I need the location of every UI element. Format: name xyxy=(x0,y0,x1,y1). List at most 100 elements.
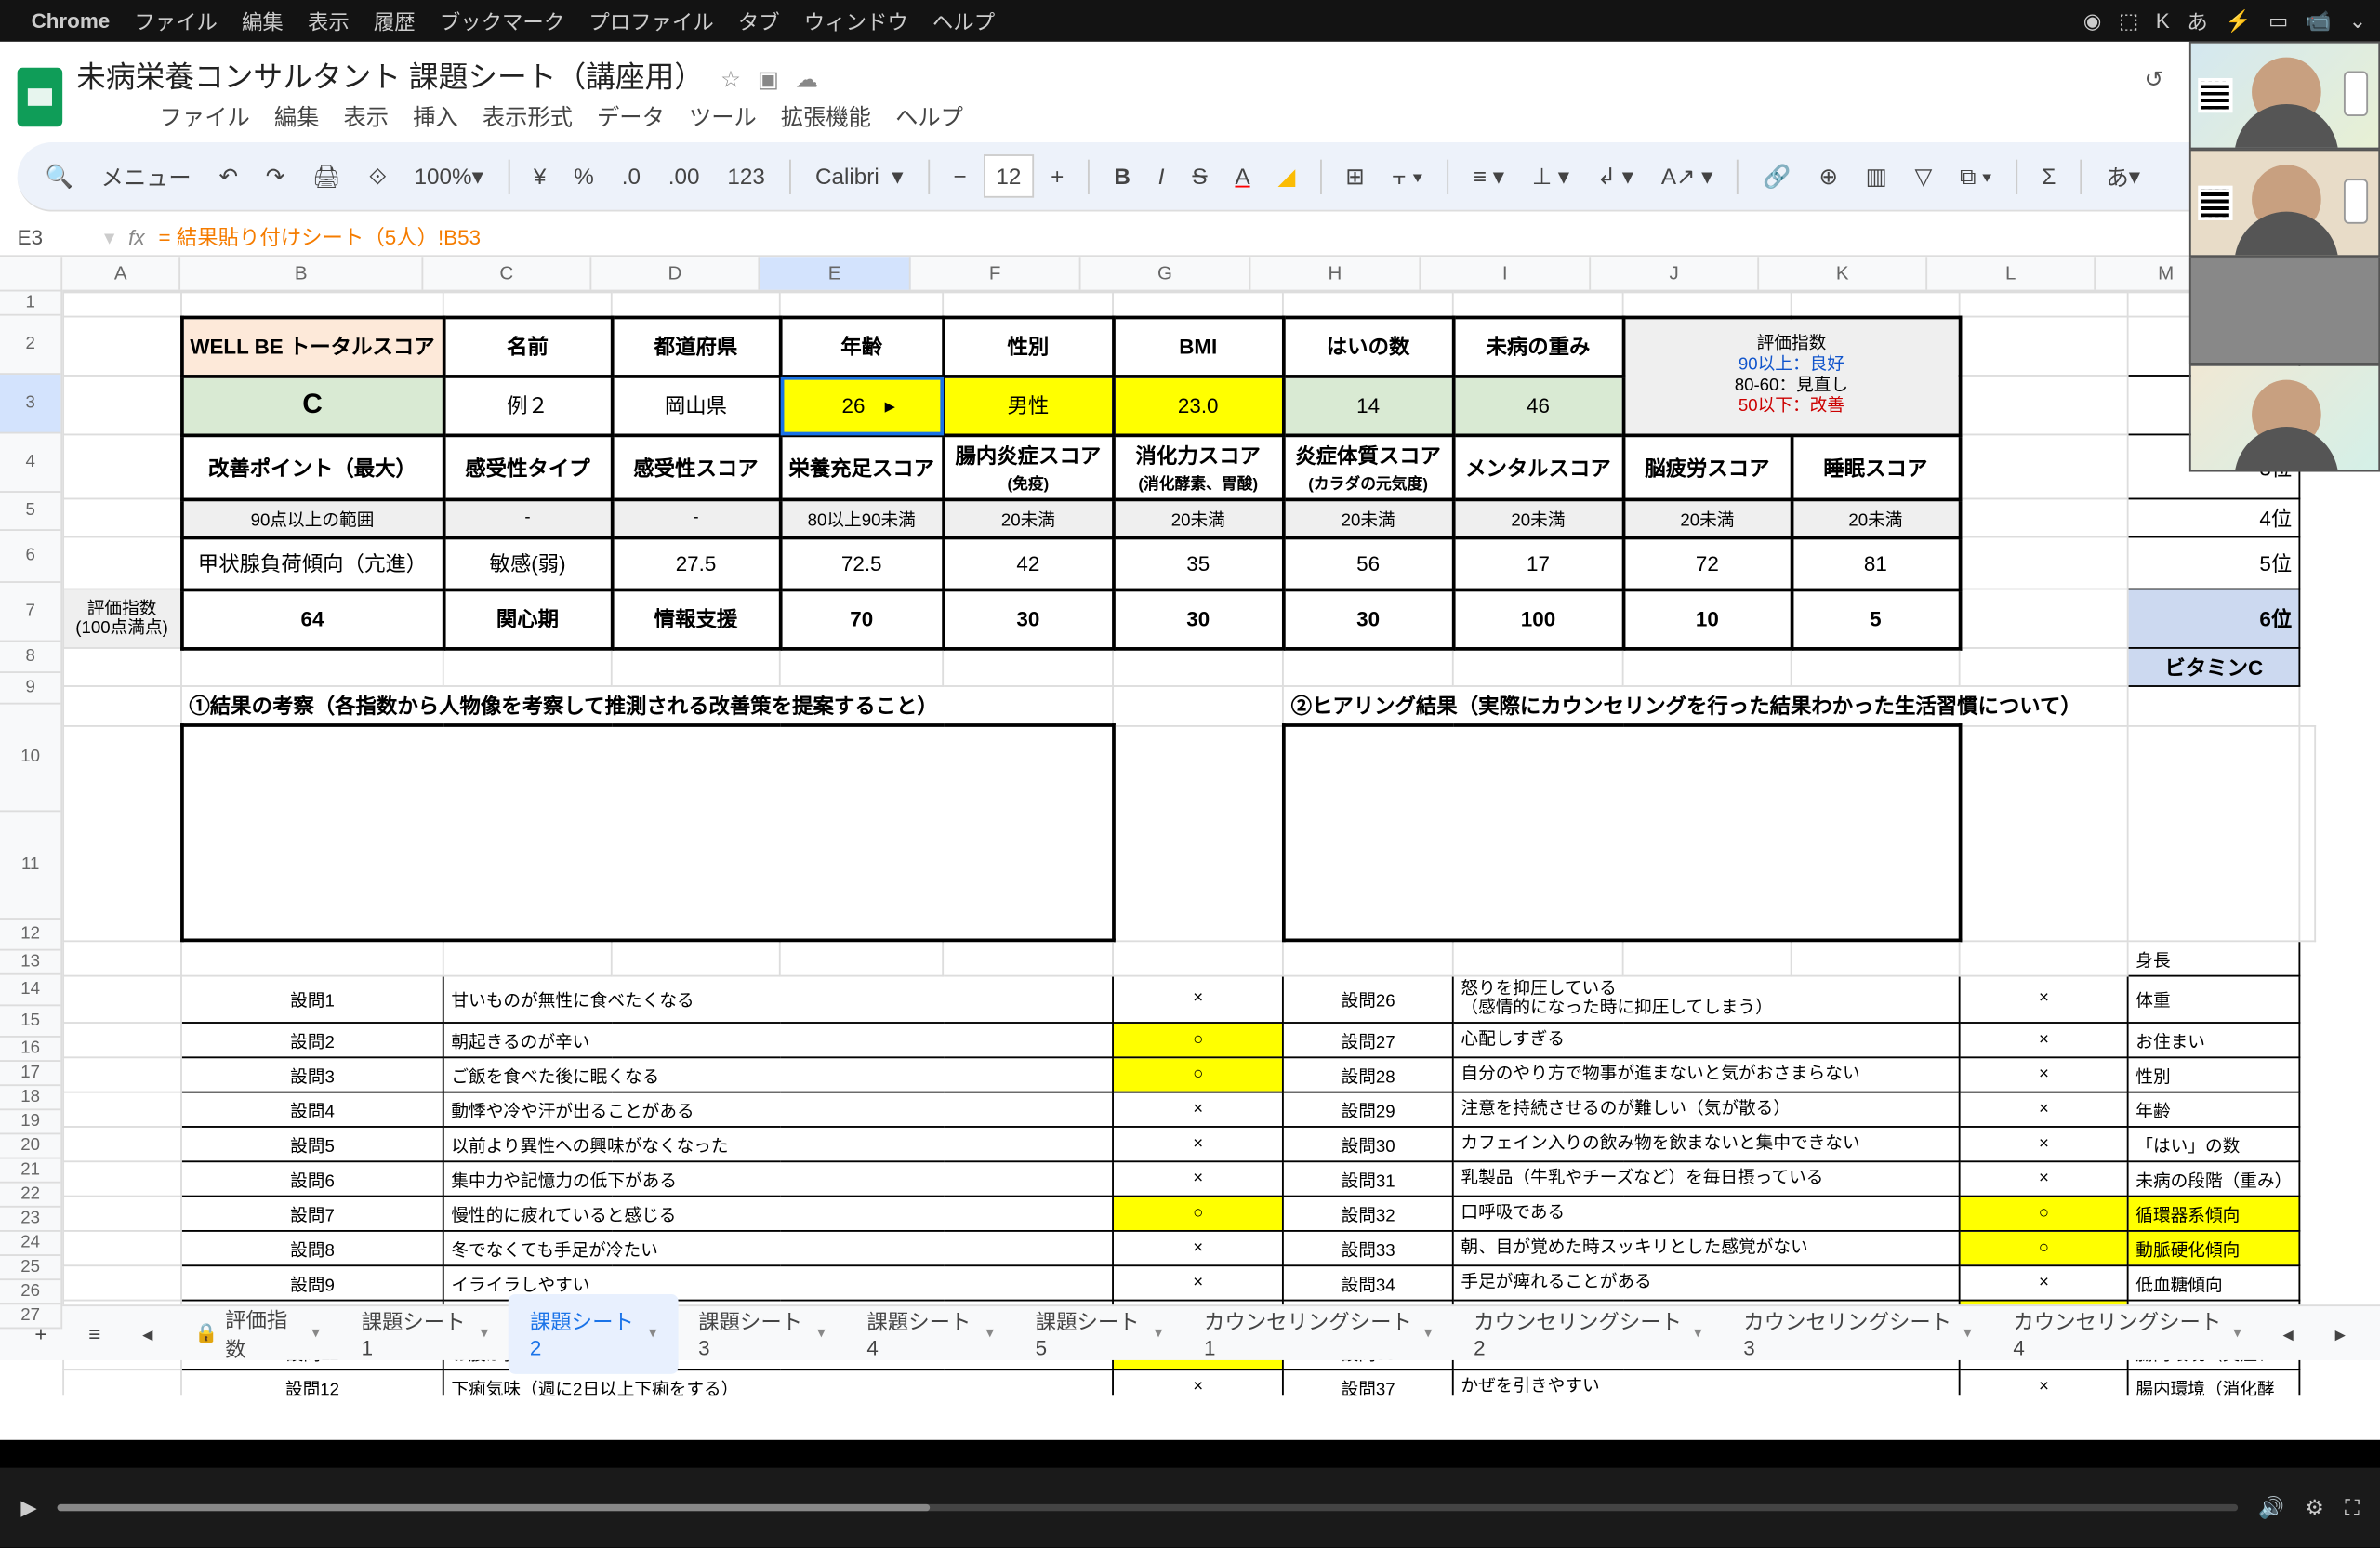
font-inc[interactable]: + xyxy=(1040,156,1075,196)
undo-icon[interactable]: ↶ xyxy=(208,155,248,197)
video-participant-1[interactable] xyxy=(2189,42,2380,150)
zoom-select[interactable]: 100% ▾ xyxy=(403,155,494,197)
wrap-icon[interactable]: ↲ ▾ xyxy=(1587,155,1645,197)
comment-add-icon[interactable]: ⊕ xyxy=(1808,155,1848,197)
filter-icon[interactable]: ▽ xyxy=(1904,155,1942,197)
menu-help[interactable]: ヘルプ xyxy=(932,7,995,36)
strike-icon[interactable]: S xyxy=(1182,156,1218,196)
menu-window[interactable]: ウィンドウ xyxy=(804,7,908,36)
status-icon[interactable]: ▭ xyxy=(2268,8,2288,33)
borders-icon[interactable]: ⊞ xyxy=(1335,155,1375,197)
formula-input[interactable]: = 結果貼り付けシート（5人）!B53 xyxy=(159,222,482,252)
sheet-tab[interactable]: カウンセリングシート2 ▾ xyxy=(1453,1293,1723,1373)
fullscreen-icon[interactable]: ⛶ xyxy=(2345,1495,2360,1521)
select-all-corner[interactable] xyxy=(0,257,62,291)
sheets-menu-extensions[interactable]: 拡張機能 xyxy=(781,99,871,131)
play-icon[interactable]: ▶ xyxy=(20,1495,36,1519)
cloud-icon[interactable]: ☁ xyxy=(796,66,818,92)
sheets-menu-format[interactable]: 表示形式 xyxy=(483,99,573,131)
dec-increase[interactable]: .00 xyxy=(658,156,710,196)
font-select[interactable]: Calibri ▾ xyxy=(805,155,914,197)
sheets-menu-view[interactable]: 表示 xyxy=(344,99,390,131)
percent[interactable]: % xyxy=(563,156,604,196)
sheets-app-icon[interactable] xyxy=(18,68,63,126)
search-icon[interactable]: 🔍 xyxy=(34,155,84,197)
status-icon[interactable]: ◉ xyxy=(2083,8,2102,33)
status-icon[interactable]: あ xyxy=(2187,7,2207,36)
video-call-panel xyxy=(2189,42,2380,472)
fill-color-icon[interactable]: ◢ xyxy=(1267,155,1305,197)
sheet-tab[interactable]: 課題シート4 ▾ xyxy=(846,1293,1014,1373)
menu-profile[interactable]: プロファイル xyxy=(588,7,713,36)
sheets-menu-data[interactable]: データ xyxy=(597,99,665,131)
sheet-tab[interactable]: カウンセリングシート3 ▾ xyxy=(1723,1293,1992,1373)
paint-icon[interactable]: ⟐ xyxy=(358,155,397,197)
document-title[interactable]: 未病栄養コンサルタント 課題シート（講座用） xyxy=(76,60,704,93)
toolbar: 🔍 メニュー ↶ ↷ 🖨 ⟐ 100% ▾ ¥ % .0 .00 123 Cal… xyxy=(18,142,2363,212)
bold-icon[interactable]: B xyxy=(1104,156,1141,196)
folder-icon[interactable]: ▣ xyxy=(758,66,779,92)
menu-bookmarks[interactable]: ブックマーク xyxy=(440,7,564,36)
status-icon[interactable]: ⚡ xyxy=(2225,8,2251,33)
menu-view[interactable]: 表示 xyxy=(308,7,350,36)
sheet-tab[interactable]: 🔒評価指数 ▾ xyxy=(174,1293,341,1373)
sheets-menu-edit[interactable]: 編集 xyxy=(274,99,320,131)
currency-yen[interactable]: ¥ xyxy=(523,156,557,196)
video-icon[interactable]: 📹 xyxy=(2306,8,2332,33)
status-icon[interactable]: ⬚ xyxy=(2119,8,2138,33)
sheets-menu-tools[interactable]: ツール xyxy=(689,99,757,131)
sheets-menu-file[interactable]: ファイル xyxy=(160,99,250,131)
link-icon[interactable]: 🔗 xyxy=(1752,155,1802,197)
italic-icon[interactable]: I xyxy=(1148,156,1175,196)
all-sheets[interactable]: ≡ xyxy=(68,1311,122,1356)
search-label[interactable]: メニュー xyxy=(90,152,201,199)
column-headers[interactable]: ABCDEFGHIJKLM xyxy=(62,257,2380,291)
status-icon[interactable]: K xyxy=(2156,8,2170,33)
chevron-icon[interactable]: ⌄ xyxy=(2348,8,2366,33)
sheets-menu-insert[interactable]: 挿入 xyxy=(413,99,458,131)
video-participant-3[interactable] xyxy=(2189,257,2380,364)
filter-views-icon[interactable]: ⧉ ▾ xyxy=(1950,155,2003,197)
rotate-icon[interactable]: A↗ ▾ xyxy=(1651,155,1724,197)
sheets-menu-help[interactable]: ヘルプ xyxy=(895,99,963,131)
star-icon[interactable]: ☆ xyxy=(721,66,741,92)
print-icon[interactable]: 🖨 xyxy=(302,155,351,197)
menu-file[interactable]: ファイル xyxy=(134,7,218,36)
text-color-icon[interactable]: A xyxy=(1224,156,1261,196)
font-dec[interactable]: − xyxy=(943,156,977,196)
valign-icon[interactable]: ⊥ ▾ xyxy=(1522,155,1580,197)
sheet-tab[interactable]: 課題シート5 ▾ xyxy=(1014,1293,1183,1373)
spreadsheet-grid[interactable]: WELL BE トータルスコア名前都道府県年齢性別BMIはいの数未病の重み評価指… xyxy=(62,291,2380,1395)
sheet-tab[interactable]: 課題シート2 ▾ xyxy=(509,1293,677,1373)
sheet-tab[interactable]: カウンセリングシート1 ▾ xyxy=(1183,1293,1453,1373)
format-123[interactable]: 123 xyxy=(717,156,775,196)
video-participant-2[interactable] xyxy=(2189,149,2380,257)
app-name[interactable]: Chrome xyxy=(32,8,111,33)
sheet-tab[interactable]: カウンセリングシート4 ▾ xyxy=(1992,1293,2262,1373)
dec-decrease[interactable]: .0 xyxy=(612,156,652,196)
history-icon[interactable]: ↺ xyxy=(2145,66,2163,94)
sheet-tab[interactable]: 課題シート1 ▾ xyxy=(340,1293,509,1373)
merge-icon[interactable]: ⫟ ▾ xyxy=(1382,155,1434,197)
menu-tab[interactable]: タブ xyxy=(738,7,780,36)
redo-icon[interactable]: ↷ xyxy=(256,155,296,197)
sheet-tab[interactable]: 課題シート3 ▾ xyxy=(678,1293,846,1373)
tabs-left[interactable]: ◂ xyxy=(122,1311,174,1356)
video-playback-bar[interactable]: ▶ 🔊 ⚙ ⛶ xyxy=(0,1468,2380,1548)
video-participant-4[interactable] xyxy=(2189,364,2380,472)
halign-icon[interactable]: ≡ ▾ xyxy=(1463,155,1514,197)
tabs-right-nav[interactable]: ▸ xyxy=(2314,1311,2366,1356)
menu-edit[interactable]: 編集 xyxy=(242,7,284,36)
menu-history[interactable]: 履歴 xyxy=(374,7,416,36)
sigma-icon[interactable]: Σ xyxy=(2031,156,2066,196)
progress-bar[interactable] xyxy=(58,1504,2238,1511)
tabs-left-nav[interactable]: ◂ xyxy=(2262,1311,2314,1356)
macos-menubar: Chrome ファイル 編集 表示 履歴 ブックマーク プロファイル タブ ウィ… xyxy=(0,0,2380,42)
input-lang[interactable]: あ ▾ xyxy=(2096,152,2150,199)
name-box[interactable]: E3 xyxy=(18,225,104,249)
settings-icon[interactable]: ⚙ xyxy=(2306,1495,2324,1519)
row-headers[interactable]: 1234567891011121314151617181920212223242… xyxy=(0,291,62,1329)
chart-icon[interactable]: ▥ xyxy=(1855,155,1897,197)
font-size[interactable]: 12 xyxy=(984,154,1033,198)
volume-icon[interactable]: 🔊 xyxy=(2258,1495,2284,1519)
